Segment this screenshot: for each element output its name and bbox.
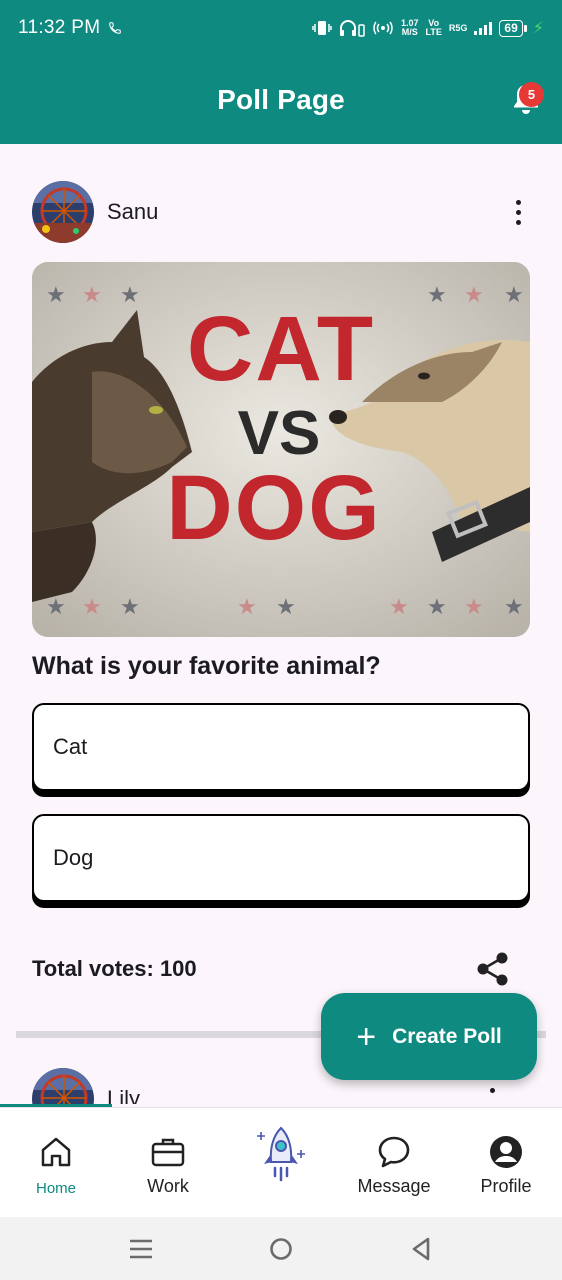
account-circle-icon <box>490 1136 522 1168</box>
nav-label-profile: Profile <box>480 1176 532 1196</box>
avatar-image <box>32 181 94 243</box>
nav-item-profile[interactable]: Profile <box>472 1108 540 1218</box>
home-icon <box>41 1137 71 1167</box>
svg-text:★: ★ <box>504 283 524 308</box>
poll-option-label: Cat <box>53 734 88 759</box>
create-poll-button[interactable]: + Create Poll <box>321 993 537 1080</box>
charging-icon: ⚡ <box>532 20 544 37</box>
signal-icon <box>474 22 493 35</box>
hotspot-icon <box>373 21 393 35</box>
nav-item-home[interactable]: Home <box>20 1108 92 1218</box>
svg-text:★: ★ <box>237 595 257 620</box>
svg-text:★: ★ <box>427 283 447 308</box>
poll-image: ★ ★ ★ ★ ★ ★ ★ ★ ★ ★ ★ ★ ★ ★ ★ CAT VS DOG <box>32 262 530 637</box>
svg-text:★: ★ <box>82 595 102 620</box>
post-header: Sanu <box>32 181 530 243</box>
username[interactable]: Lily <box>107 1086 140 1104</box>
more-options-icon[interactable] <box>506 192 530 232</box>
svg-text:★: ★ <box>464 595 484 620</box>
more-options-icon[interactable] <box>490 1088 495 1093</box>
avatar-image <box>32 1068 94 1104</box>
status-bar: 11:32 PM 1.07 M/S Vo LTE R5G 69 ⚡ <box>0 0 562 56</box>
back-icon[interactable] <box>407 1235 435 1263</box>
network-speed: 1.07 M/S <box>401 19 419 37</box>
avatar[interactable] <box>32 181 94 243</box>
poll-question: What is your favorite animal? <box>32 652 381 680</box>
network-type: R5G <box>448 22 468 33</box>
svg-text:★: ★ <box>427 595 447 620</box>
status-indicators: 1.07 M/S Vo LTE R5G 69 ⚡ <box>312 18 544 38</box>
poll-option-label: Dog <box>53 845 94 870</box>
cat-vs-dog-poster: ★ ★ ★ ★ ★ ★ ★ ★ ★ ★ ★ ★ ★ ★ ★ CAT VS DOG <box>32 262 530 637</box>
svg-text:★: ★ <box>389 595 409 620</box>
chat-bubble-icon <box>378 1136 410 1168</box>
svg-text:★: ★ <box>120 595 140 620</box>
svg-text:★: ★ <box>464 283 484 308</box>
poster-dog-text: DOG <box>166 457 382 559</box>
briefcase-icon <box>151 1138 185 1167</box>
recent-apps-icon[interactable] <box>127 1235 155 1263</box>
poster-cat-text: CAT <box>187 298 375 400</box>
poll-option-cat[interactable]: Cat <box>32 703 530 791</box>
nav-item-work[interactable]: Work <box>130 1108 206 1218</box>
nav-item-message[interactable]: Message <box>352 1108 436 1218</box>
vibrate-icon <box>312 21 332 35</box>
nav-label-message: Message <box>357 1176 431 1196</box>
phone-call-icon <box>109 22 122 34</box>
total-votes: Total votes: 100 <box>32 956 197 981</box>
create-poll-label: Create Poll <box>392 1024 502 1048</box>
svg-text:★: ★ <box>46 595 66 620</box>
home-button-icon[interactable] <box>267 1235 295 1263</box>
status-time: 11:32 PM <box>18 17 101 38</box>
svg-text:★: ★ <box>46 283 66 308</box>
username[interactable]: Sanu <box>107 199 158 225</box>
page-title: Poll Page <box>217 84 345 115</box>
poll-option-dog[interactable]: Dog <box>32 814 530 902</box>
nav-item-rocket[interactable] <box>248 1108 314 1218</box>
svg-text:★: ★ <box>82 283 102 308</box>
rocket-icon <box>257 1126 305 1182</box>
network-speed-unit: M/S <box>401 27 418 37</box>
battery-indicator: 69 <box>499 19 528 37</box>
bottom-navigation: Home Work Message Profile <box>0 1107 562 1217</box>
volte-bottom: LTE <box>425 27 442 37</box>
volte-indicator: Vo LTE <box>426 19 442 37</box>
system-navigation-bar <box>0 1217 562 1280</box>
notification-badge: 5 <box>519 82 544 107</box>
nav-label-home: Home <box>35 1180 76 1197</box>
headset-icon <box>340 20 365 37</box>
avatar[interactable] <box>32 1068 94 1104</box>
share-icon[interactable] <box>476 951 510 987</box>
nav-label-work: Work <box>147 1176 189 1196</box>
svg-text:★: ★ <box>120 283 140 308</box>
svg-text:★: ★ <box>276 595 296 620</box>
svg-text:★: ★ <box>504 595 524 620</box>
app-bar: Poll Page 5 <box>0 56 562 144</box>
plus-icon: + <box>356 1017 377 1056</box>
